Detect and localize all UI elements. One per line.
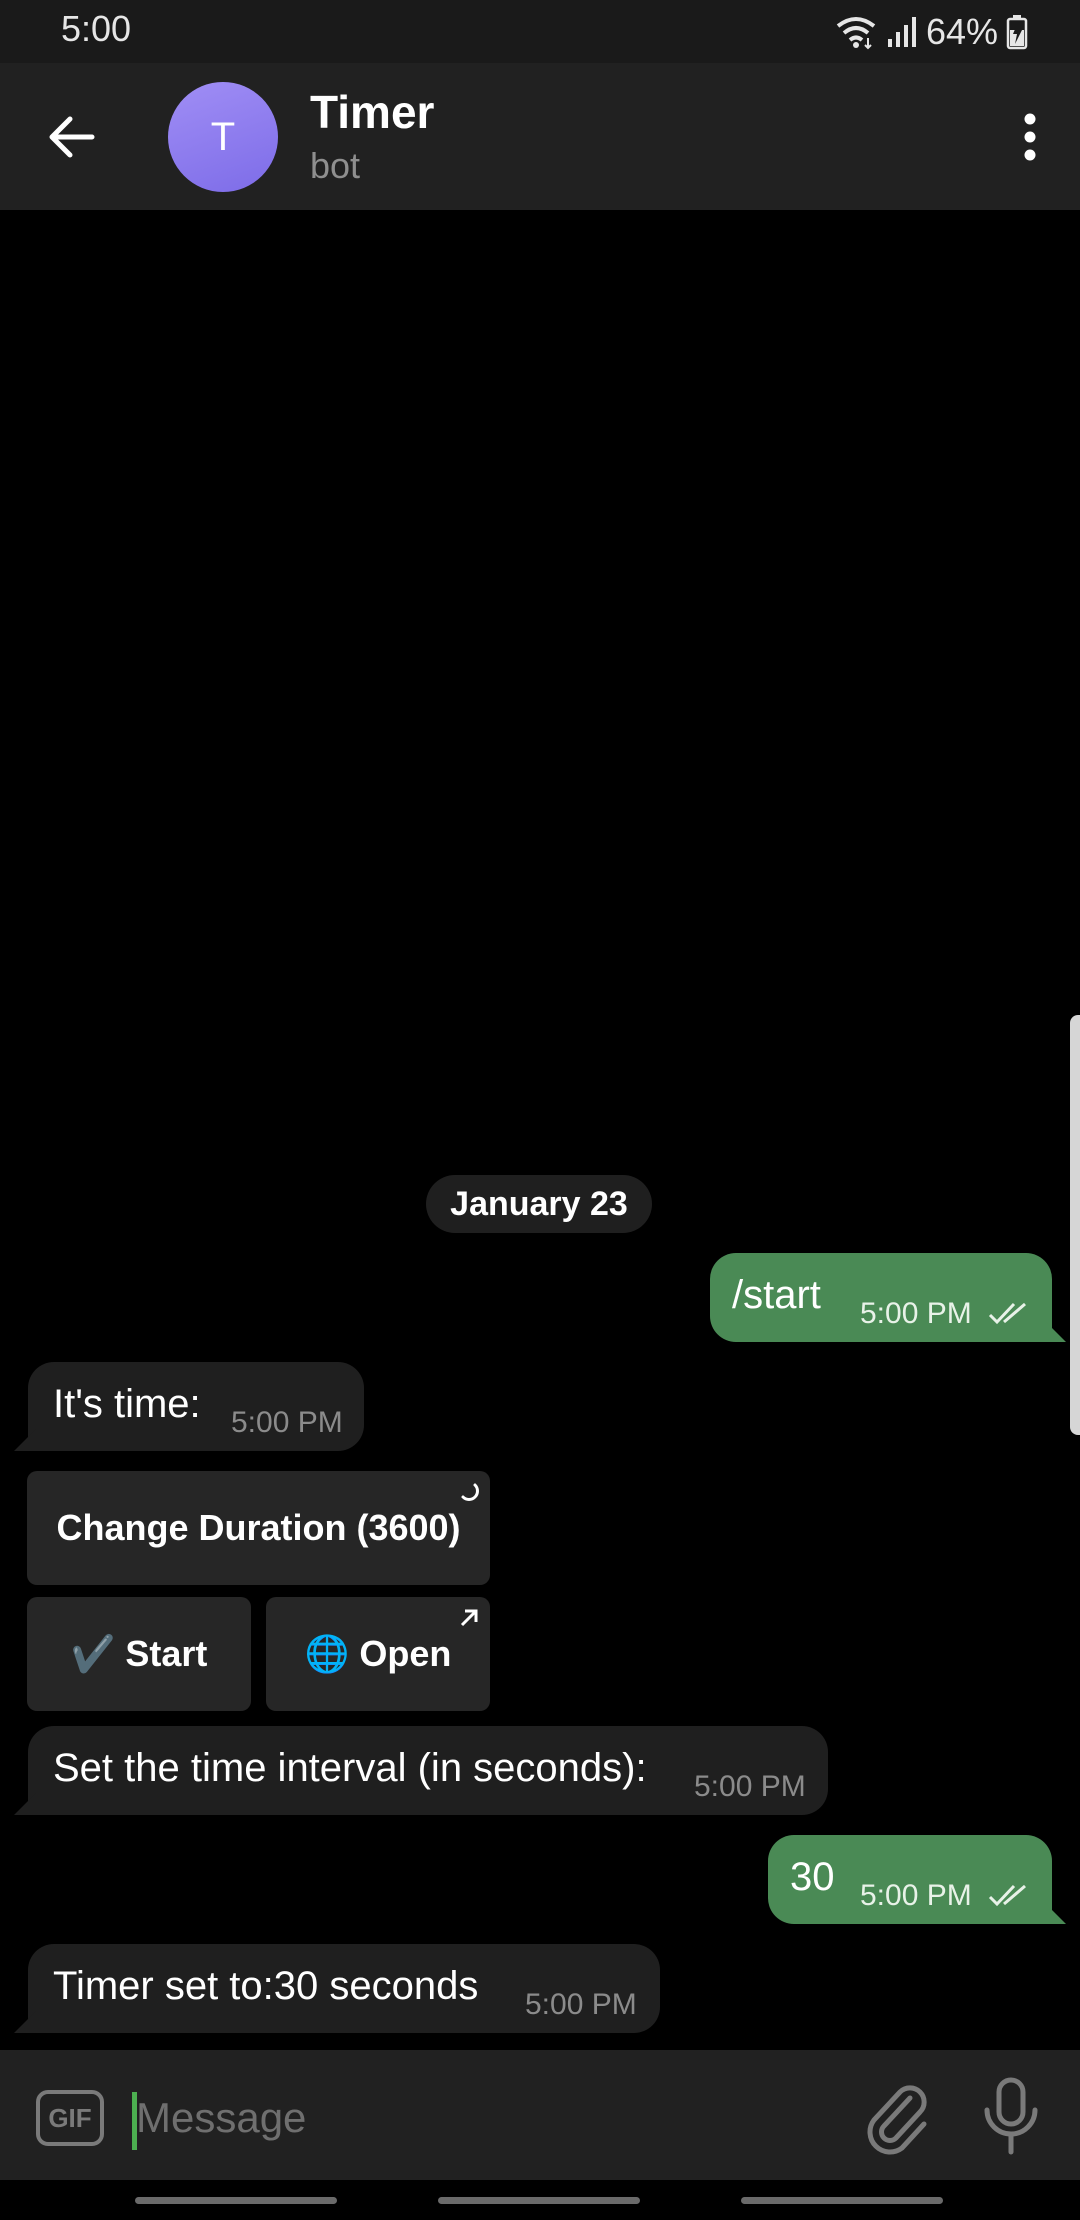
button-label: Change Duration (3600) (56, 1507, 461, 1548)
status-bar: 5:00 64% (0, 0, 1080, 63)
message-time: 5:00 PM (525, 1988, 637, 2021)
gif-button[interactable]: GIF (36, 2090, 104, 2146)
message-text: 30 (790, 1855, 835, 1899)
open-button[interactable]: 🌐 Open (266, 1597, 490, 1711)
battery-icon (1006, 14, 1028, 50)
message-text: Timer set to:30 seconds (53, 1964, 479, 2008)
battery-percent: 64% (925, 11, 998, 52)
more-menu-button[interactable] (1002, 103, 1058, 171)
back-button[interactable] (40, 105, 104, 169)
system-nav-bar (0, 2180, 1080, 2220)
start-button[interactable]: ✔️ Start (27, 1597, 251, 1711)
wifi-icon (834, 14, 878, 50)
microphone-icon (984, 2077, 1038, 2155)
message-time: 5:00 PM (860, 1879, 972, 1912)
chat-header: T Timer bot (0, 63, 1080, 210)
chat-subtitle: bot (310, 145, 361, 186)
scrollbar[interactable] (1070, 1015, 1080, 1435)
message-outgoing[interactable]: /start 5:00 PM (710, 1253, 1066, 1342)
composer: GIF (0, 2050, 1080, 2180)
external-link-icon (460, 1609, 478, 1627)
loading-arc-icon (461, 1483, 479, 1501)
message-text: /start (732, 1273, 821, 1317)
message-time: 5:00 PM (231, 1406, 343, 1439)
message-time: 5:00 PM (694, 1770, 806, 1803)
message-input[interactable] (136, 2080, 816, 2156)
message-incoming[interactable]: Set the time interval (in seconds): 5:00… (14, 1726, 828, 1815)
status-icons: 64% (834, 10, 1028, 54)
arrow-left-icon (49, 116, 95, 158)
message-text: Set the time interval (in seconds): (53, 1746, 647, 1790)
double-check-icon (988, 1302, 1026, 1325)
status-time: 5:00 (61, 8, 132, 49)
change-duration-button[interactable]: Change Duration (3600) (27, 1471, 490, 1585)
double-check-icon (988, 1884, 1026, 1907)
button-label: ✔️ Start (70, 1633, 208, 1674)
button-label: 🌐 Open (304, 1633, 452, 1674)
nav-home[interactable] (438, 2197, 640, 2204)
avatar[interactable]: T (168, 82, 278, 192)
mic-button[interactable] (976, 2074, 1046, 2158)
nav-back[interactable] (741, 2197, 943, 2204)
attach-button[interactable] (858, 2078, 936, 2156)
more-vertical-icon (1024, 113, 1036, 161)
message-incoming[interactable]: It's time: 5:00 PM (14, 1362, 364, 1451)
message-outgoing[interactable]: 30 5:00 PM (768, 1835, 1066, 1924)
nav-recents[interactable] (135, 2197, 337, 2204)
signal-icon (886, 15, 918, 49)
message-time: 5:00 PM (860, 1297, 972, 1330)
paperclip-icon (867, 2085, 927, 2155)
date-separator: January 23 (426, 1175, 652, 1233)
message-text: It's time: (53, 1382, 201, 1426)
message-incoming[interactable]: Timer set to:30 seconds 5:00 PM (14, 1944, 660, 2033)
chat-title[interactable]: Timer (310, 85, 434, 139)
